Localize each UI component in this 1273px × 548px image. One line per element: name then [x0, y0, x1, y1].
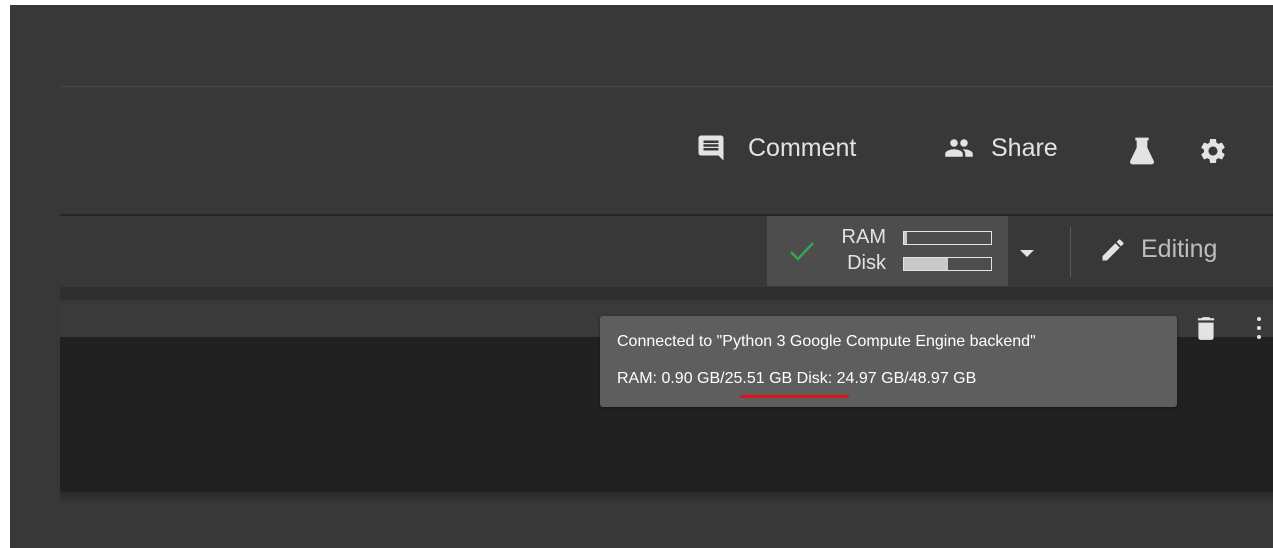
trash-icon[interactable]: [1195, 315, 1217, 346]
disk-label: Disk: [847, 252, 886, 274]
ram-meter: [903, 231, 992, 245]
disk-meter-fill: [904, 258, 949, 270]
editing-label: Editing: [1141, 235, 1218, 263]
toolbar-separator: [1070, 227, 1071, 277]
toolbar-divider: [60, 214, 1273, 216]
disk-meter: [903, 257, 992, 271]
lab-button[interactable]: [1126, 135, 1158, 167]
chevron-down-icon[interactable]: [1020, 245, 1034, 263]
comment-label: Comment: [748, 133, 857, 162]
comment-button[interactable]: Comment: [696, 133, 856, 163]
ram-total-annotation-underline: [740, 395, 849, 398]
toolbar-shadow-strip: [60, 287, 1273, 300]
pencil-icon: [1099, 236, 1141, 264]
ram-label: RAM: [841, 226, 886, 248]
comment-icon: [696, 133, 748, 163]
editing-mode-button[interactable]: Editing: [1099, 235, 1217, 264]
resources-indicator[interactable]: RAM Disk: [767, 216, 1008, 286]
gear-icon: [1198, 136, 1228, 166]
check-icon: [789, 240, 815, 267]
flask-icon: [1126, 135, 1158, 167]
cell-shadow: [60, 492, 1273, 506]
more-vert-icon[interactable]: [1253, 315, 1261, 346]
resources-tooltip: Connected to "Python 3 Google Compute En…: [600, 316, 1177, 407]
share-button[interactable]: Share: [941, 133, 1058, 163]
connection-status-text: Connected to "Python 3 Google Compute En…: [617, 333, 1036, 350]
ram-meter-fill: [904, 232, 908, 244]
resource-usage-text: RAM: 0.90 GB/25.51 GB Disk: 24.97 GB/48.…: [617, 370, 977, 387]
people-icon: [941, 133, 991, 163]
top-divider: [60, 86, 1273, 87]
share-label: Share: [991, 133, 1058, 162]
notebook-window: Comment Share RAM Disk Editing Connected…: [10, 5, 1273, 548]
settings-button[interactable]: [1198, 136, 1228, 166]
